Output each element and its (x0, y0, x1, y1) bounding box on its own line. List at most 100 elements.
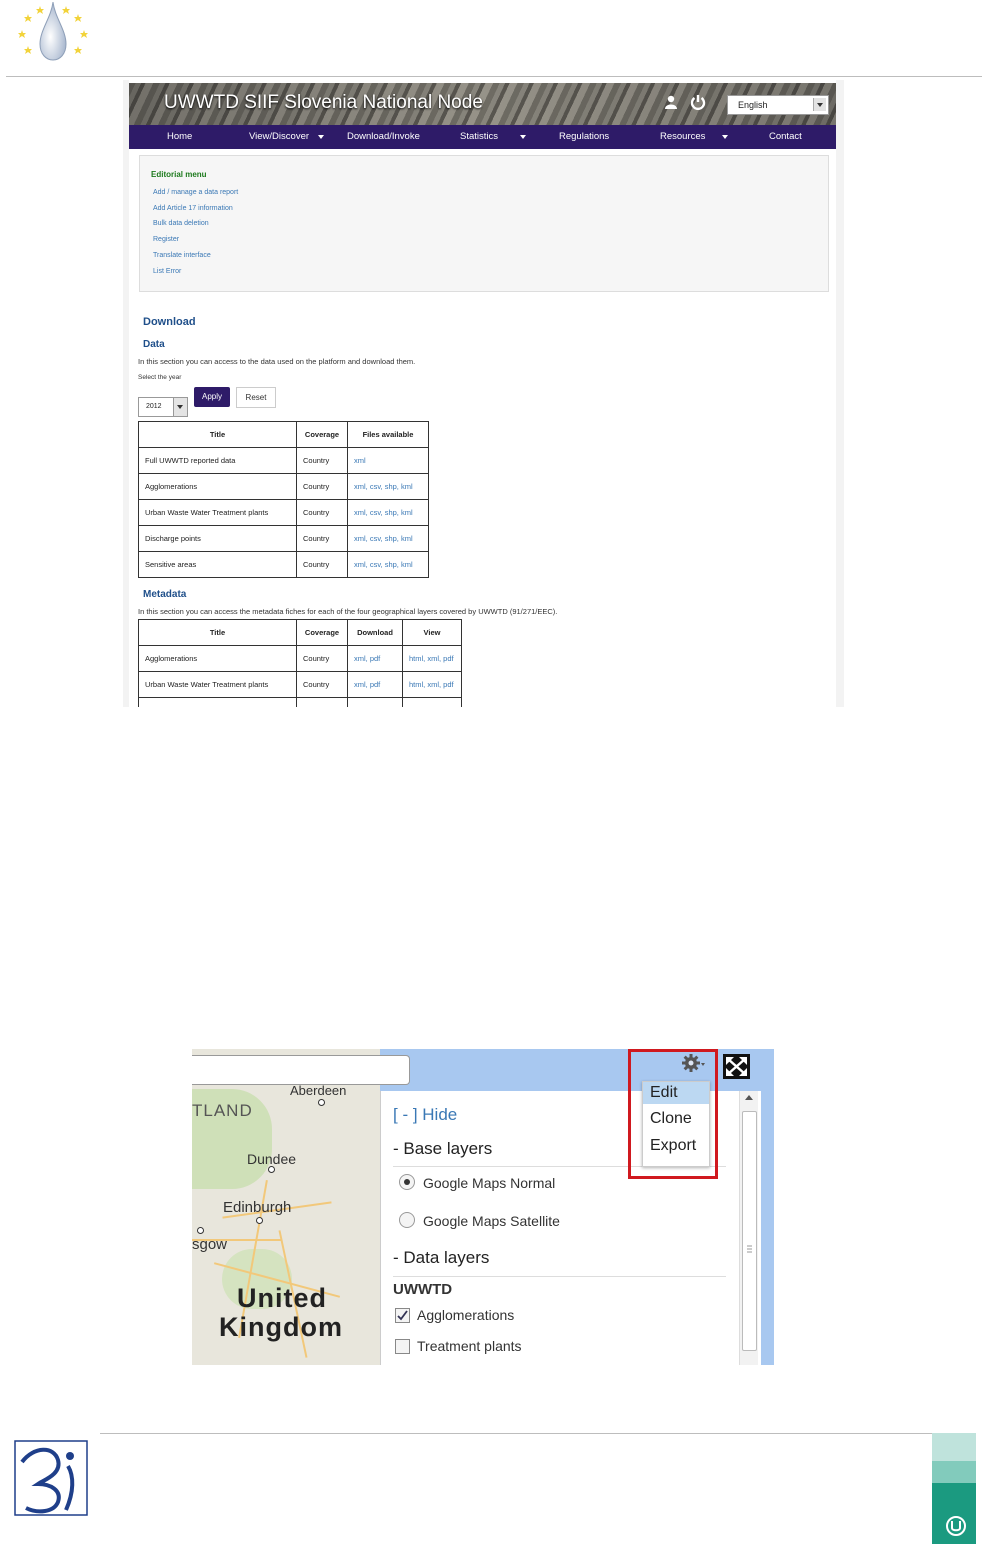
nav-statistics[interactable]: Statistics (460, 131, 498, 142)
data-table: Title Coverage Files available Full UWWT… (138, 421, 429, 578)
base-layers-heading[interactable]: - Base layers (393, 1139, 492, 1159)
map-label: sgow (192, 1236, 228, 1253)
map-label: Dundee (247, 1151, 297, 1167)
cell-download[interactable]: xml, pdf (347, 645, 403, 672)
highlight-box (628, 1049, 718, 1179)
year-select[interactable]: 2012 (138, 397, 188, 417)
cell-files[interactable]: xml, csv, shp, kml (347, 499, 429, 526)
checkbox-treatment-plants[interactable] (395, 1339, 410, 1354)
column-header: View (402, 619, 462, 646)
cell-files[interactable]: xml, csv, shp, kml (347, 525, 429, 552)
user-icon[interactable] (665, 95, 677, 109)
chevron-down-icon (520, 135, 526, 139)
column-header: Download (347, 619, 403, 646)
nav-contact[interactable]: Contact (769, 131, 802, 142)
map-viewer-screenshot: Aberdeen TLAND Dundee Edinburgh sgow Uni… (192, 1049, 774, 1365)
cell-title: Agglomerations (138, 645, 297, 672)
table-row: Discharge points Country xml, csv, shp, … (138, 525, 429, 552)
table-row: Full UWWTD reported data Country xml (138, 447, 429, 474)
layer-label: Google Maps Satellite (423, 1213, 560, 1229)
editorial-link[interactable]: Translate interface (153, 252, 211, 259)
cell-title: Full UWWTD reported data (138, 447, 297, 474)
editorial-link[interactable]: Add / manage a data report (153, 189, 238, 196)
editorial-link[interactable]: Register (153, 236, 179, 243)
u-brand-logo (932, 1433, 976, 1544)
editorial-menu: Editorial menu Add / manage a data repor… (139, 155, 829, 292)
cell-title: Agglomerations (138, 473, 297, 500)
nav-home[interactable]: Home (167, 131, 192, 142)
cell-title: Discharge points (138, 525, 297, 552)
table-row: Agglomerations Country xml, pdf html, xm… (138, 645, 462, 672)
cell-download (347, 697, 403, 707)
table-row: Sensitive areas Country xml, csv, shp, k… (138, 551, 429, 578)
map-label: TLAND (192, 1101, 253, 1120)
header-divider (6, 76, 982, 77)
editorial-link[interactable]: List Error (153, 268, 181, 275)
cell-coverage (296, 697, 348, 707)
cell-coverage: Country (296, 551, 348, 578)
site-banner: UWWTD SIIF Slovenia National Node Englis… (129, 83, 836, 125)
editorial-link[interactable]: Add Article 17 information (153, 205, 233, 212)
table-header-row: Title Coverage Files available (138, 421, 429, 448)
data-intro: In this section you can access to the da… (138, 357, 416, 366)
map-label: Edinburgh (223, 1199, 292, 1216)
chevron-down-icon (722, 135, 728, 139)
nav-view-discover[interactable]: View/Discover (249, 131, 309, 142)
table-row: Urban Waste Water Treatment plants Count… (138, 671, 462, 698)
scroll-up-arrow[interactable] (745, 1095, 753, 1100)
cell-coverage: Country (296, 671, 348, 698)
cell-download[interactable]: xml, pdf (347, 671, 403, 698)
website-screenshot: UWWTD SIIF Slovenia National Node Englis… (123, 80, 844, 707)
reset-button[interactable]: Reset (236, 387, 276, 408)
map-search-input[interactable] (192, 1055, 410, 1085)
column-header: Title (138, 619, 297, 646)
cell-coverage: Country (296, 645, 348, 672)
chevron-down-icon (173, 398, 187, 416)
cell-title: Urban Waste Water Treatment plants (138, 499, 297, 526)
website-page: UWWTD SIIF Slovenia National Node Englis… (129, 80, 836, 707)
cell-view[interactable]: html, xml, pdf (402, 671, 462, 698)
footer-divider (100, 1433, 976, 1434)
editorial-link[interactable]: Bulk data deletion (153, 220, 209, 227)
fullscreen-icon[interactable] (723, 1054, 750, 1079)
table-header-row: Title Coverage Download View (138, 619, 462, 646)
nav-resources[interactable]: Resources (660, 131, 705, 142)
table-row: Agglomerations Country xml, csv, shp, km… (138, 473, 429, 500)
language-select[interactable]: English (727, 95, 829, 115)
layer-group-title: UWWTD (393, 1281, 453, 1298)
map-canvas[interactable]: Aberdeen TLAND Dundee Edinburgh sgow Uni… (192, 1049, 380, 1365)
editorial-title: Editorial menu (151, 170, 207, 179)
cell-coverage: Country (296, 473, 348, 500)
cell-title: Sensitive areas (138, 551, 297, 578)
checkbox-agglomerations[interactable] (395, 1308, 410, 1323)
power-icon[interactable] (690, 94, 706, 110)
panel-scrollbar[interactable] (739, 1091, 758, 1365)
map-label: United (237, 1283, 327, 1313)
check-icon (397, 1310, 408, 1321)
cell-files[interactable]: xml (347, 447, 429, 474)
cell-title: Urban Waste Water Treatment plants (138, 671, 297, 698)
chevron-down-icon (813, 98, 826, 111)
hide-panel-link[interactable]: [ - ] Hide (393, 1105, 457, 1125)
radio-google-maps-satellite[interactable] (399, 1212, 415, 1228)
column-header: Coverage (296, 421, 348, 448)
apply-button[interactable]: Apply (194, 387, 230, 407)
cell-files[interactable]: xml, csv, shp, kml (347, 551, 429, 578)
data-layers-heading[interactable]: - Data layers (393, 1248, 489, 1268)
column-header: Coverage (296, 619, 348, 646)
table-row: Urban Waste Water Treatment plants Count… (138, 499, 429, 526)
cell-files[interactable]: xml, csv, shp, kml (347, 473, 429, 500)
cell-coverage: Country (296, 525, 348, 552)
organization-logo (14, 1440, 88, 1516)
radio-google-maps-normal[interactable] (399, 1174, 415, 1190)
cell-view[interactable]: html, xml, pdf (402, 645, 462, 672)
site-title: UWWTD SIIF Slovenia National Node (164, 92, 483, 113)
layer-label: Treatment plants (417, 1338, 522, 1354)
map-label: Aberdeen (290, 1083, 347, 1098)
water-drop-logo (18, 1, 88, 61)
map-label: Kingdom (219, 1312, 343, 1342)
chevron-down-icon (318, 135, 324, 139)
nav-download-invoke[interactable]: Download/Invoke (347, 131, 420, 142)
scroll-thumb[interactable] (742, 1111, 757, 1351)
nav-regulations[interactable]: Regulations (559, 131, 609, 142)
